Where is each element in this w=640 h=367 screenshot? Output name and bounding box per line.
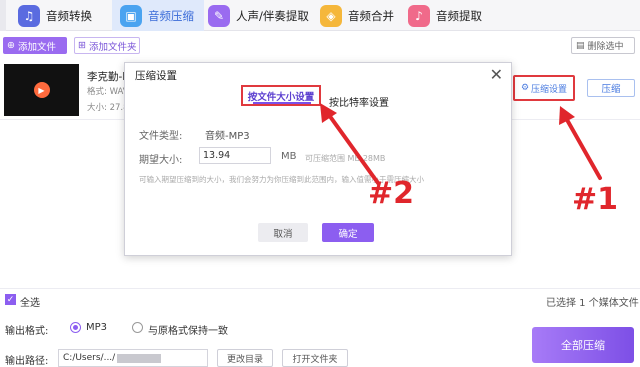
add-file-button[interactable]: ⊕ 添加文件	[3, 37, 67, 54]
add-file-label: 添加文件	[17, 41, 56, 53]
format-same-radio[interactable]	[132, 322, 143, 333]
compress-icon: ▣	[120, 4, 142, 27]
file-type-label: 文件类型:	[139, 131, 183, 142]
file-type-value: 音频-MP3	[205, 131, 250, 142]
output-path-text: C:/Users/.../	[63, 353, 116, 363]
file-format: 格式: WAV	[87, 87, 129, 97]
compress-range: 可压缩范围 MB-28MB	[305, 154, 386, 163]
annotation-label-2: #2	[368, 176, 415, 211]
close-icon[interactable]: ✕	[490, 65, 503, 84]
open-folder-button[interactable]: 打开文件夹	[282, 349, 348, 367]
select-all-label: 全选	[20, 298, 40, 309]
delete-selected-label: 删除选中	[587, 42, 624, 52]
file-name: 李克勤-I	[87, 71, 126, 83]
headphones-icon: ♫	[18, 4, 40, 27]
tab-audio-extract[interactable]: ♪ 音频提取	[406, 0, 502, 31]
folder-plus-icon: ⊞	[78, 40, 86, 51]
add-folder-label: 添加文件夹	[88, 41, 137, 53]
trash-icon: ▤	[576, 40, 585, 51]
tab-label: 音频提取	[436, 8, 482, 23]
change-dir-button[interactable]: 更改目录	[217, 349, 273, 367]
file-thumbnail: ▶	[4, 64, 79, 116]
tab-bar-edge	[0, 0, 6, 31]
ok-button[interactable]: 确定	[322, 223, 374, 242]
compress-button[interactable]: 压缩	[587, 79, 635, 97]
tab-audio-compress[interactable]: ▣ 音频压缩	[112, 0, 204, 31]
compress-settings-dialog: 压缩设置 ✕ 按文件大小设置 按比特率设置 文件类型: 音频-MP3 期望大小:…	[124, 62, 512, 256]
annotation-label-1: #1	[572, 182, 619, 217]
format-mp3-label: MP3	[86, 322, 108, 333]
output-format-label: 输出格式:	[5, 326, 49, 337]
delete-selected-button[interactable]: ▤ 删除选中	[571, 37, 635, 54]
file-size: 大小: 27.8	[87, 103, 129, 113]
tab-label: 音频压缩	[148, 8, 194, 23]
expected-size-input[interactable]	[199, 147, 271, 164]
gear-icon: ⚙	[520, 83, 530, 93]
dialog-title: 压缩设置	[135, 70, 177, 82]
select-all-checkbox[interactable]: ✓	[5, 294, 16, 305]
mic-icon: ♪	[408, 4, 430, 27]
tab-label: 音频转换	[46, 8, 92, 23]
play-icon[interactable]: ▶	[33, 82, 50, 98]
cancel-button[interactable]: 取消	[258, 223, 308, 242]
active-tab-underline	[253, 102, 311, 104]
compress-all-button[interactable]: 全部压缩	[532, 327, 634, 363]
plus-icon: ⊕	[7, 40, 15, 51]
tab-label: 音频合并	[348, 8, 394, 23]
format-same-label: 与原格式保持一致	[148, 326, 228, 337]
tab-vocal-extract[interactable]: ✎ 人声/伴奏提取	[206, 0, 312, 31]
expected-size-label: 期望大小:	[139, 155, 183, 166]
tab-by-bitrate[interactable]: 按比特率设置	[329, 94, 389, 109]
compress-settings-label: 压缩设置	[531, 84, 568, 95]
tab-label: 人声/伴奏提取	[236, 8, 309, 23]
path-redacted	[117, 353, 162, 363]
output-path-field[interactable]: C:/Users/.../	[58, 349, 208, 367]
tab-audio-merge[interactable]: ◈ 音频合并	[318, 0, 408, 31]
top-tab-bar: ♫ 音频转换 ▣ 音频压缩 ✎ 人声/伴奏提取 ◈ 音频合并 ♪ 音频提取	[0, 0, 640, 31]
size-unit: MB	[281, 151, 297, 162]
bottom-divider	[0, 288, 640, 289]
format-mp3-radio[interactable]	[70, 322, 81, 333]
voice-icon: ✎	[208, 4, 230, 27]
arrow-1	[564, 116, 602, 180]
tab-audio-convert[interactable]: ♫ 音频转换	[10, 0, 108, 31]
add-folder-button[interactable]: ⊞ 添加文件夹	[74, 37, 140, 54]
toolbar: ⊕ 添加文件 ⊞ 添加文件夹 ▤ 删除选中	[0, 36, 640, 56]
selected-count: 已选择 1 个媒体文件	[546, 298, 639, 309]
merge-icon: ◈	[320, 4, 342, 27]
compress-settings-button[interactable]: ⚙ 压缩设置	[513, 75, 575, 101]
output-path-label: 输出路径:	[5, 356, 49, 367]
